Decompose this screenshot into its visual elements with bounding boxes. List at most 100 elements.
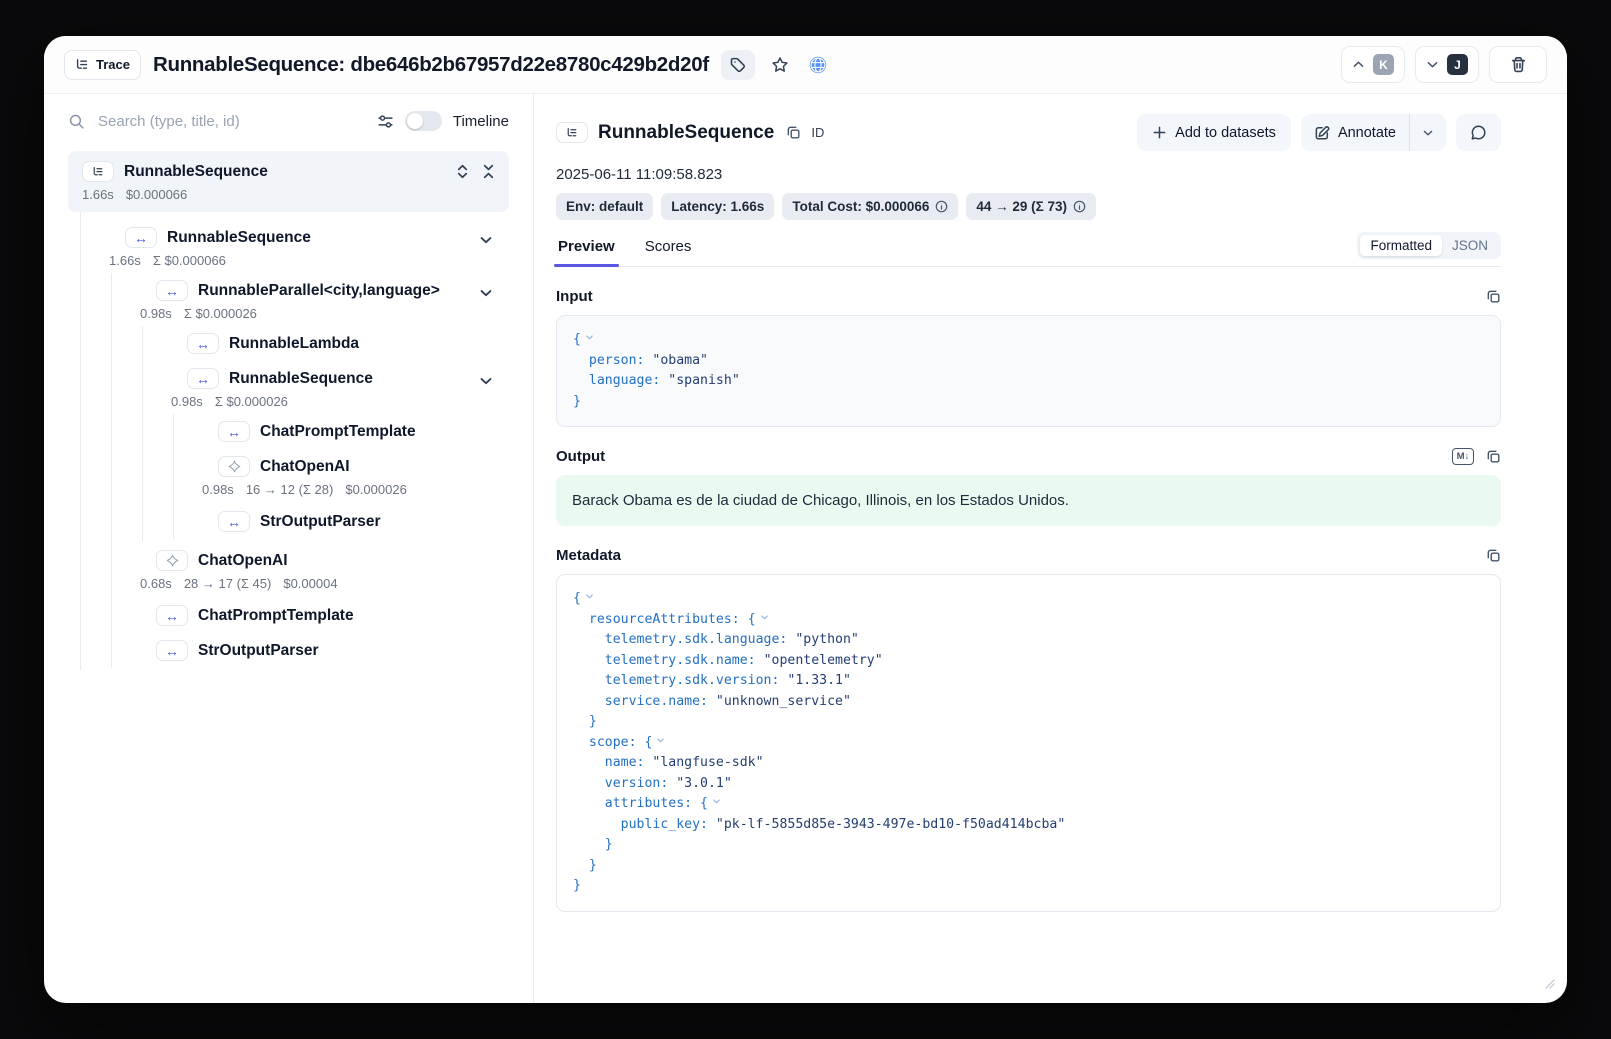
collapse-all-icon[interactable] <box>482 164 495 179</box>
trash-icon <box>1510 56 1527 73</box>
tab-preview[interactable]: Preview <box>556 232 617 266</box>
next-item-button[interactable]: J <box>1415 46 1479 83</box>
add-to-datasets-button[interactable]: Add to datasets <box>1137 114 1291 151</box>
trace-window: Trace RunnableSequence: dbe646b2b67957d2… <box>44 36 1567 1003</box>
code-line: service.name: "unknown_service" <box>573 692 1484 713</box>
tree-node-label: RunnableLambda <box>229 335 359 353</box>
window-header: Trace RunnableSequence: dbe646b2b67957d2… <box>44 36 1567 94</box>
code-line: language: "spanish" <box>573 371 1484 392</box>
annotate-dropdown-button[interactable] <box>1409 114 1446 151</box>
copy-id-icon[interactable] <box>786 125 801 140</box>
tree-node-stats: 0.98sΣ $0.000026 <box>140 306 479 321</box>
tree-node: ↔ChatPromptTemplate <box>174 414 509 449</box>
markdown-toggle-icon[interactable]: M↓ <box>1452 448 1474 465</box>
tree-node-label: RunnableSequence <box>229 370 373 388</box>
collapse-chevron-icon[interactable] <box>708 796 721 811</box>
chevron-down-icon[interactable] <box>479 374 493 388</box>
collapse-chevron-icon[interactable] <box>652 735 665 750</box>
chevron-down-icon[interactable] <box>479 233 493 247</box>
timeline-toggle[interactable] <box>405 111 442 131</box>
arrows-left-right-icon: ↔ <box>165 609 179 623</box>
info-icon <box>935 200 948 213</box>
prev-item-button[interactable]: K <box>1341 46 1405 83</box>
arrows-left-right-icon: ↔ <box>227 515 241 529</box>
search-icon <box>68 113 85 130</box>
tree-children: ↔RunnableSequence1.66sΣ $0.000066↔Runnab… <box>80 212 509 670</box>
tree-node-chatprompttemplate[interactable]: ↔ChatPromptTemplate <box>174 416 509 447</box>
collapse-chevron-icon[interactable] <box>756 612 769 627</box>
tree-children: ↔ RunnableParallel<city,language> 0.98sΣ $… <box>111 273 509 668</box>
tree-node-runnablesequence[interactable]: ↔RunnableSequence1.66sΣ $0.000066 <box>81 222 509 273</box>
code-line: telemetry.sdk.name: "opentelemetry" <box>573 651 1484 672</box>
tree-node-chatopenai[interactable]: ChatOpenAI0.98s16 → 12 (Σ 28)$0.000026 <box>174 451 509 502</box>
comments-button[interactable] <box>1456 114 1501 151</box>
trace-badge-label: Trace <box>96 57 130 72</box>
filter-sliders-icon[interactable] <box>377 113 394 130</box>
metric-badge: Total Cost: $0.000066 <box>782 193 958 220</box>
tree-node-runnablelambda[interactable]: ↔RunnableLambda <box>143 328 509 359</box>
tree-node-label: ChatOpenAI <box>260 458 350 476</box>
chevron-down-icon[interactable] <box>479 286 493 300</box>
tree-root-runnablesequence[interactable]: RunnableSequence 1.66s $0.000066 <box>68 151 509 212</box>
tree-root-label: RunnableSequence <box>124 163 268 181</box>
tree-node-stroutputparser[interactable]: ↔ StrOutputParser <box>112 635 509 666</box>
tab-scores[interactable]: Scores <box>643 232 694 266</box>
keycap-j: J <box>1447 54 1468 75</box>
collapse-chevron-icon[interactable] <box>581 332 594 347</box>
plus-icon <box>1152 125 1167 140</box>
chevron-down-icon <box>1422 127 1434 139</box>
delete-button[interactable] <box>1489 46 1547 83</box>
tree-node: ↔ StrOutputParser <box>112 633 509 668</box>
toggle-knob <box>407 113 423 129</box>
trace-tree: RunnableSequence 1.66s $0.000066 ↔Runnab… <box>68 151 509 670</box>
trace-type-badge: Trace <box>64 50 141 80</box>
collapse-chevron-icon[interactable] <box>581 591 594 606</box>
tree-node: ↔RunnableSequence1.66sΣ $0.000066↔Runnab… <box>81 220 509 670</box>
metric-badges: Env: defaultLatency: 1.66sTotal Cost: $0… <box>556 193 1501 220</box>
tree-node-runnableparallel-city-language[interactable]: ↔ RunnableParallel<city,language> 0.98sΣ $… <box>112 275 509 326</box>
tree-node-chatopenai[interactable]: ChatOpenAI0.68s28 → 17 (Σ 45)$0.00004 <box>112 545 509 596</box>
annotate-button-group: Annotate <box>1301 114 1446 151</box>
json-option[interactable]: JSON <box>1442 235 1498 256</box>
tree-children: ↔ChatPromptTemplateChatOpenAI0.98s16 → 1… <box>173 414 509 539</box>
copy-input-icon[interactable] <box>1486 289 1501 304</box>
output-heading: Output <box>556 448 605 465</box>
code-line: { <box>573 589 1484 610</box>
search-input[interactable] <box>96 112 366 131</box>
input-heading: Input <box>556 288 593 305</box>
tree-node-label: ChatPromptTemplate <box>260 423 416 441</box>
code-line: telemetry.sdk.version: "1.33.1" <box>573 671 1484 692</box>
tag-icon[interactable] <box>721 50 755 80</box>
tree-node-chatprompttemplate[interactable]: ↔ChatPromptTemplate <box>112 600 509 631</box>
sparkle-icon <box>166 554 179 567</box>
tree-node: ↔RunnableLambda <box>143 326 509 361</box>
arrows-left-right-icon: ↔ <box>165 284 179 298</box>
tree-node: ChatOpenAI0.98s16 → 12 (Σ 28)$0.000026 <box>174 449 509 504</box>
code-line: } <box>573 835 1484 856</box>
output-section: Output M↓ Barack Obama es de la ciudad d… <box>556 448 1501 526</box>
tree-node-runnablesequence[interactable]: ↔RunnableSequence0.98sΣ $0.000026 <box>143 363 509 414</box>
expand-all-icon[interactable] <box>456 164 469 179</box>
copy-metadata-icon[interactable] <box>1486 548 1501 563</box>
star-icon[interactable] <box>767 50 793 80</box>
tree-node: ChatOpenAI0.68s28 → 17 (Σ 45)$0.00004 <box>112 543 509 598</box>
chevron-up-icon <box>1352 58 1365 71</box>
arrows-left-right-icon: ↔ <box>165 644 179 658</box>
annotate-button[interactable]: Annotate <box>1301 114 1409 151</box>
code-line: } <box>573 712 1484 733</box>
code-line: } <box>573 876 1484 897</box>
code-line: attributes: { <box>573 794 1484 815</box>
tree-children: ↔RunnableLambda↔RunnableSequence0.98sΣ $… <box>142 326 509 541</box>
list-tree-icon <box>92 166 104 178</box>
arrows-left-right-icon: ↔ <box>134 231 148 245</box>
code-line: telemetry.sdk.language: "python" <box>573 630 1484 651</box>
code-line: } <box>573 392 1484 413</box>
tabs-row: Preview Scores Formatted JSON <box>556 232 1501 267</box>
tree-node-stroutputparser[interactable]: ↔StrOutputParser <box>174 506 509 537</box>
formatted-option[interactable]: Formatted <box>1360 235 1442 256</box>
tree-node-label: RunnableParallel<city,language> <box>198 282 440 300</box>
resize-handle[interactable] <box>1545 976 1555 994</box>
tree-node-label: StrOutputParser <box>198 642 319 660</box>
globe-icon[interactable] <box>805 50 831 80</box>
copy-output-icon[interactable] <box>1486 449 1501 464</box>
